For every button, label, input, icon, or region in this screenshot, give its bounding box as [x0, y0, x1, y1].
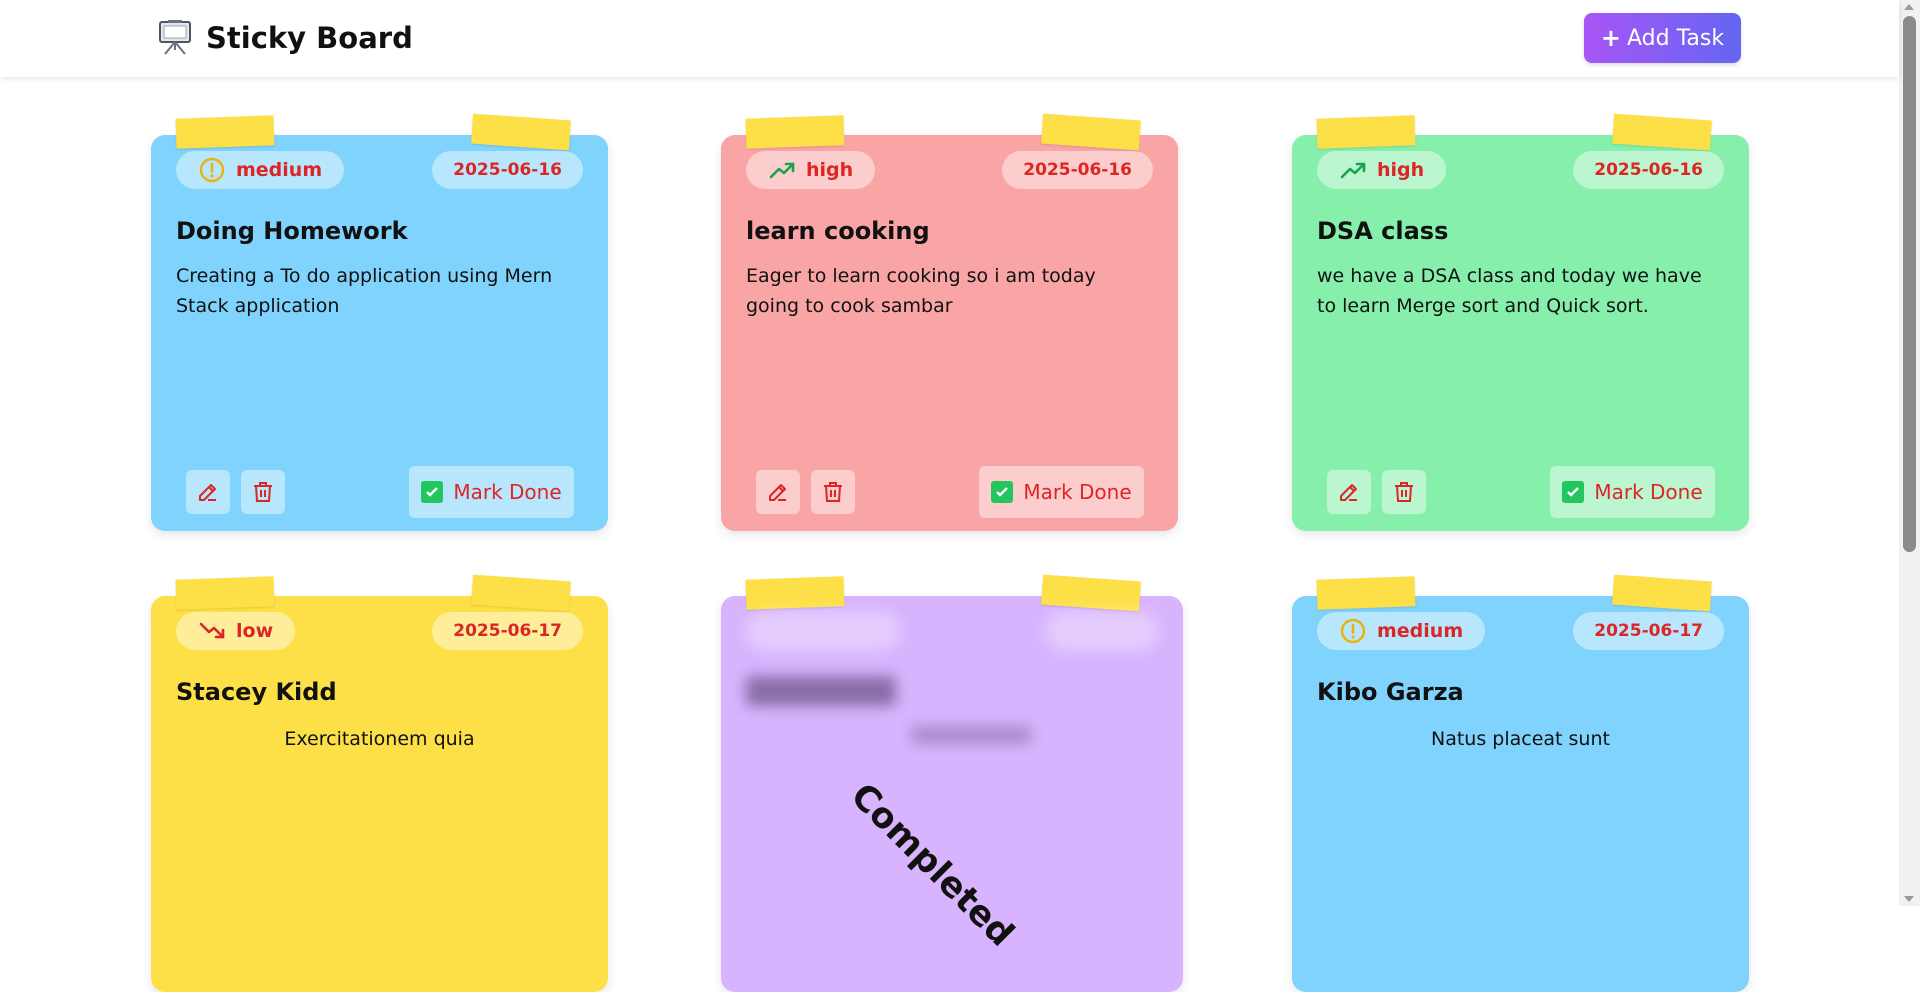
tape — [471, 574, 571, 612]
priority-label: medium — [236, 159, 323, 181]
tape — [1316, 576, 1416, 610]
due-date: 2025-06-16 — [432, 151, 583, 189]
tape — [1316, 115, 1416, 149]
tape — [1612, 113, 1712, 151]
task-description: Eager to learn cooking so i am today goi… — [746, 265, 1096, 317]
tape — [175, 576, 275, 610]
task-title: Stacey Kidd — [176, 678, 337, 706]
alert-circle-icon — [1340, 618, 1366, 644]
scroll-down-arrow-icon[interactable] — [1904, 896, 1914, 902]
edit-button[interactable] — [186, 470, 230, 514]
mark-done-button[interactable]: Mark Done — [1550, 466, 1715, 518]
tape — [471, 113, 571, 151]
task-description: Exercitationem quia — [284, 728, 475, 750]
task-title — [746, 676, 896, 706]
priority-label: high — [1377, 159, 1425, 181]
app-title: Sticky Board — [206, 21, 413, 55]
task-card: medium 2025-06-16 Doing Homework Creatin… — [151, 113, 608, 531]
tape — [175, 115, 275, 149]
trash-icon — [1395, 482, 1413, 502]
check-box-icon — [421, 481, 444, 503]
priority-badge — [746, 612, 900, 650]
mark-done-label: Mark Done — [1594, 480, 1703, 504]
add-task-label: Add Task — [1627, 25, 1725, 51]
tape — [1612, 574, 1712, 612]
task-description — [911, 726, 1031, 744]
check-box-icon — [991, 481, 1014, 503]
trending-up-icon — [1340, 162, 1366, 179]
due-date: 2025-06-17 — [432, 612, 583, 650]
delete-button[interactable] — [811, 470, 855, 514]
priority-label: low — [236, 620, 274, 642]
alert-circle-icon — [199, 157, 225, 183]
priority-badge: medium — [1317, 612, 1486, 650]
task-title: DSA class — [1317, 217, 1449, 245]
tape — [745, 115, 845, 149]
priority-badge: high — [1317, 151, 1447, 189]
priority-label: medium — [1377, 620, 1464, 642]
scrollbar-thumb[interactable] — [1903, 16, 1916, 552]
mark-done-button[interactable]: Mark Done — [979, 466, 1144, 518]
trash-icon — [254, 482, 272, 502]
mark-done-label: Mark Done — [1023, 480, 1132, 504]
plus-icon: + — [1600, 24, 1622, 52]
trending-up-icon — [769, 162, 795, 179]
pencil-icon — [199, 484, 216, 501]
add-task-button[interactable]: + Add Task — [1584, 13, 1741, 63]
completed-task-card: Completed — [721, 574, 1183, 992]
task-card: medium 2025-06-17 Kibo Garza Natus place… — [1292, 574, 1749, 992]
priority-label: high — [806, 159, 854, 181]
due-date: 2025-06-16 — [1573, 151, 1724, 189]
priority-badge: medium — [176, 151, 345, 189]
scroll-up-arrow-icon[interactable] — [1904, 4, 1914, 10]
due-date: 2025-06-16 — [1002, 151, 1153, 189]
task-title: Doing Homework — [176, 217, 408, 245]
task-description: we have a DSA class and today we have to… — [1317, 265, 1702, 317]
trash-icon — [824, 482, 842, 502]
task-card: high 2025-06-16 DSA class we have a DSA … — [1292, 113, 1749, 531]
easel-board-icon — [159, 20, 191, 55]
check-box-icon — [1562, 481, 1585, 503]
vertical-scrollbar[interactable] — [1899, 0, 1920, 906]
mark-done-label: Mark Done — [453, 480, 562, 504]
pencil-icon — [769, 484, 786, 501]
tape — [745, 576, 845, 610]
priority-badge: high — [746, 151, 876, 189]
due-date — [1046, 612, 1158, 650]
task-card: high 2025-06-16 learn cooking Eager to l… — [721, 113, 1178, 531]
edit-button[interactable] — [756, 470, 800, 514]
tape — [1041, 113, 1141, 151]
task-description: Natus placeat sunt — [1431, 728, 1610, 750]
edit-button[interactable] — [1327, 470, 1371, 514]
task-card: low 2025-06-17 Stacey Kidd Exercitatione… — [151, 574, 608, 992]
app-header: Sticky Board + Add Task — [0, 0, 1899, 77]
completed-stamp: Completed — [842, 776, 1022, 955]
delete-button[interactable] — [1382, 470, 1426, 514]
delete-button[interactable] — [241, 470, 285, 514]
task-title: learn cooking — [746, 217, 930, 245]
pencil-icon — [1340, 484, 1357, 501]
due-date: 2025-06-17 — [1573, 612, 1724, 650]
priority-badge: low — [176, 612, 296, 650]
mark-done-button[interactable]: Mark Done — [409, 466, 574, 518]
task-description: Creating a To do application using Mern … — [176, 265, 553, 317]
trending-down-icon — [199, 622, 225, 639]
tape — [1041, 574, 1141, 612]
task-title: Kibo Garza — [1317, 678, 1464, 706]
